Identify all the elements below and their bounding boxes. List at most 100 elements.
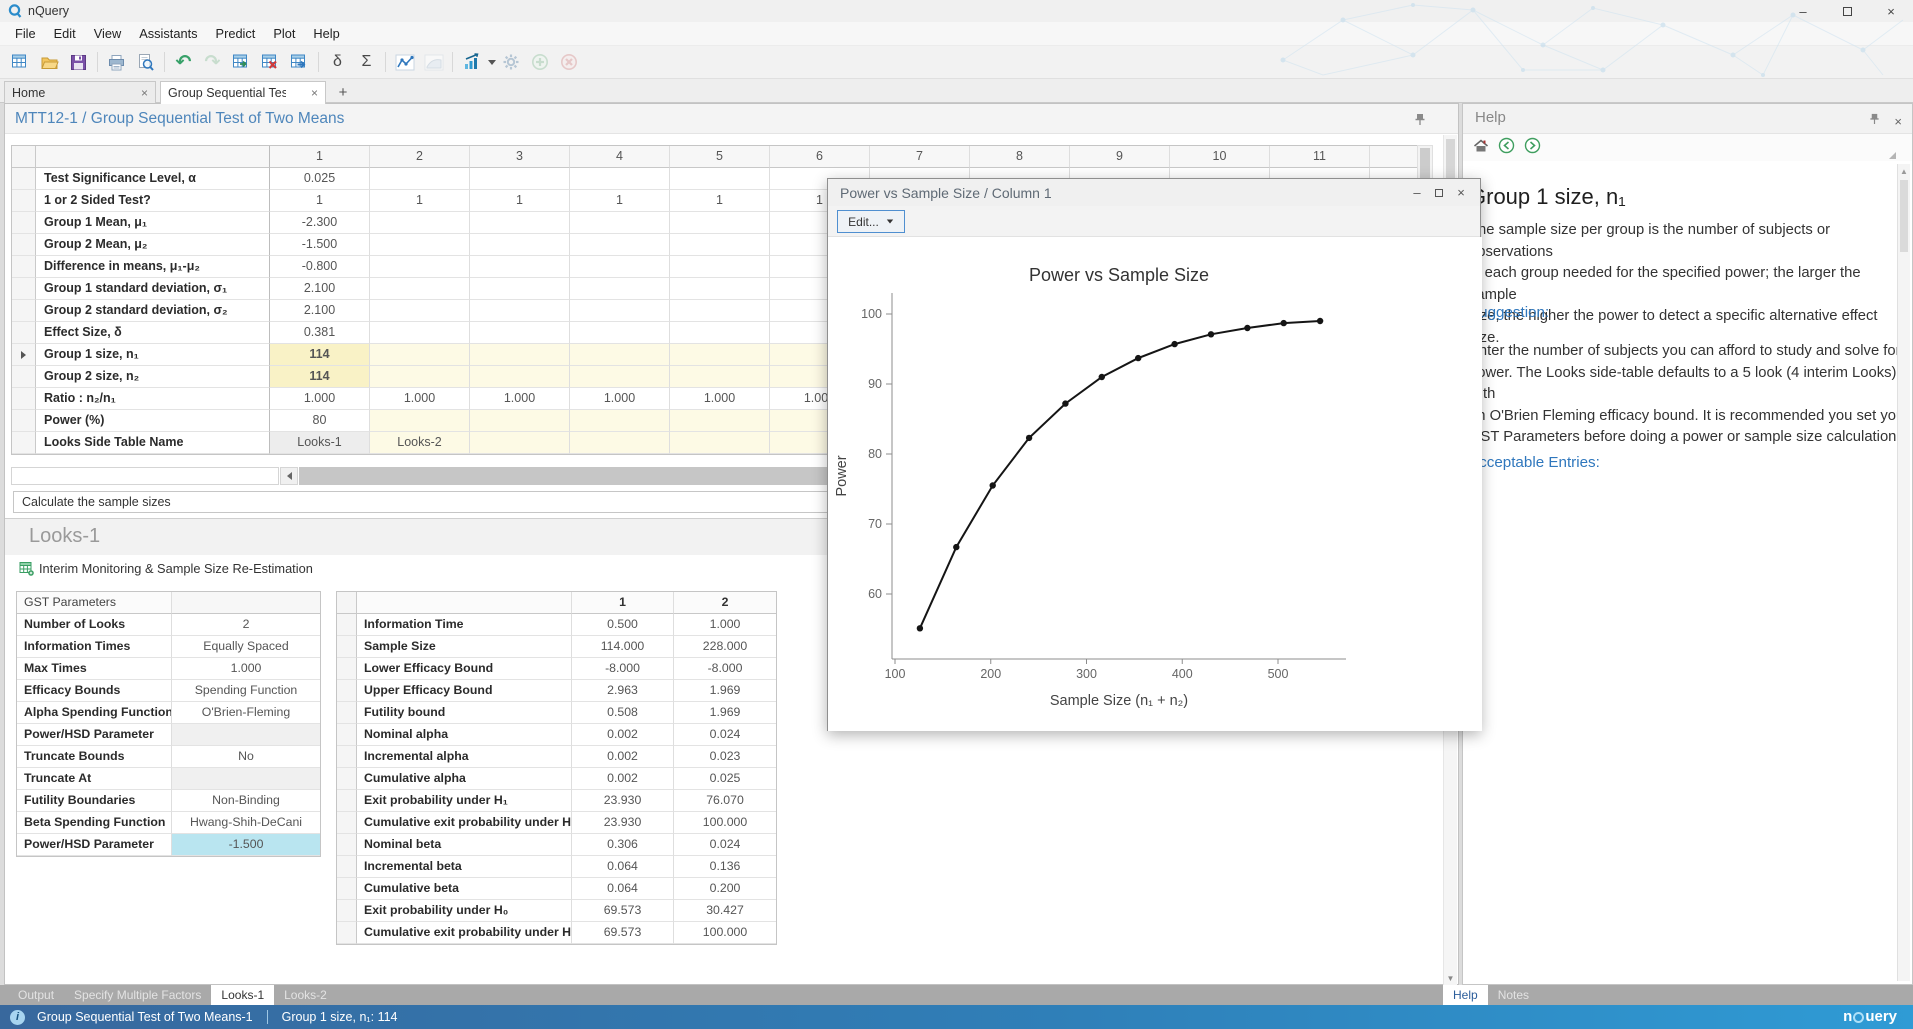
gst-value-cell[interactable]: 2 (172, 614, 320, 636)
help-home-icon[interactable] (1473, 138, 1489, 158)
scroll-up-icon[interactable]: ▲ (1898, 167, 1910, 176)
grid-cell[interactable]: -2.300 (270, 212, 370, 234)
grid-cell[interactable]: 1 (270, 190, 370, 212)
grid-cell[interactable] (370, 234, 470, 256)
panel-resize-handle[interactable] (1889, 152, 1896, 159)
tab-close-icon[interactable]: × (311, 86, 318, 100)
grid-cell[interactable]: 1 (370, 190, 470, 212)
menu-item-assistants[interactable]: Assistants (130, 23, 206, 44)
area-plot-button[interactable] (420, 49, 447, 76)
side-tab-notes[interactable]: Notes (1488, 985, 1539, 1005)
grid-cell[interactable] (370, 366, 470, 388)
grid-cell[interactable]: 1.000 (270, 388, 370, 410)
grid-cell[interactable] (570, 410, 670, 432)
grid-cell[interactable] (670, 410, 770, 432)
grid-cell[interactable]: Looks-1 (270, 432, 370, 454)
chevron-down-icon[interactable] (488, 60, 496, 65)
help-close-icon[interactable]: × (1894, 114, 1902, 129)
grid-cell[interactable] (570, 432, 670, 454)
bar-plot-button[interactable] (458, 49, 485, 76)
grid-cell[interactable] (470, 344, 570, 366)
gst-value-cell[interactable] (172, 768, 320, 790)
help-scroll-thumb[interactable] (1900, 180, 1908, 252)
help-forward-icon[interactable] (1524, 137, 1541, 159)
gst-value-cell[interactable]: -1.500 (172, 834, 320, 856)
help-back-icon[interactable] (1498, 137, 1515, 159)
grid-cell[interactable] (470, 366, 570, 388)
plot-close-button[interactable]: × (1450, 185, 1472, 200)
grid-cell[interactable] (370, 278, 470, 300)
grid-cell[interactable] (470, 410, 570, 432)
grid-cell[interactable] (670, 322, 770, 344)
grid-cell[interactable] (670, 212, 770, 234)
save-button[interactable] (65, 49, 92, 76)
grid-cell[interactable]: -1.500 (270, 234, 370, 256)
grid-cell[interactable] (370, 168, 470, 190)
gst-value-cell[interactable]: 1.000 (172, 658, 320, 680)
scroll-left-button[interactable] (280, 467, 298, 485)
grid-cell[interactable] (470, 212, 570, 234)
grid-cell[interactable] (570, 322, 670, 344)
grid-cell[interactable]: 0.381 (270, 322, 370, 344)
menu-item-predict[interactable]: Predict (207, 23, 265, 44)
gst-value-cell[interactable]: O'Brien-Fleming (172, 702, 320, 724)
fill-table-button[interactable] (228, 49, 255, 76)
grid-cell[interactable] (370, 344, 470, 366)
grid-cell[interactable] (670, 168, 770, 190)
grid-cell[interactable]: 0.025 (270, 168, 370, 190)
gst-value-cell[interactable] (172, 724, 320, 746)
open-file-button[interactable] (36, 49, 63, 76)
settings-button[interactable] (497, 49, 524, 76)
line-plot-button[interactable] (391, 49, 418, 76)
grid-cell[interactable] (670, 344, 770, 366)
grid-cell[interactable] (470, 322, 570, 344)
side-tab-specify-multiple-factors[interactable]: Specify Multiple Factors (64, 985, 211, 1005)
side-tab-looks-1[interactable]: Looks-1 (211, 985, 274, 1005)
window-close-button[interactable]: × (1869, 0, 1913, 22)
side-tab-output[interactable]: Output (8, 985, 64, 1005)
grid-cell[interactable] (470, 300, 570, 322)
tab-group-sequential-test[interactable]: Group Sequential Test× (160, 81, 326, 104)
tab-close-icon[interactable]: × (141, 86, 148, 100)
grid-cell[interactable]: 1 (670, 190, 770, 212)
grid-cell[interactable]: 1.000 (570, 388, 670, 410)
gst-value-cell[interactable]: Equally Spaced (172, 636, 320, 658)
plot-minimize-button[interactable]: – (1406, 185, 1428, 200)
export-table-button[interactable] (286, 49, 313, 76)
plot-window-titlebar[interactable]: Power vs Sample Size / Column 1 – × (828, 179, 1480, 206)
help-pin-icon[interactable] (1869, 112, 1880, 130)
grid-cell[interactable] (670, 432, 770, 454)
grid-cell[interactable] (670, 278, 770, 300)
pin-icon[interactable] (1414, 112, 1426, 131)
grid-cell[interactable] (370, 322, 470, 344)
grid-cell[interactable] (370, 410, 470, 432)
grid-cell[interactable] (570, 300, 670, 322)
grid-cell[interactable] (570, 234, 670, 256)
gst-value-cell[interactable]: Spending Function (172, 680, 320, 702)
grid-cell[interactable]: 80 (270, 410, 370, 432)
grid-cell[interactable] (470, 168, 570, 190)
grid-cell[interactable]: 114 (270, 344, 370, 366)
undo-button[interactable]: ↶ (170, 49, 197, 76)
grid-cell[interactable] (570, 168, 670, 190)
grid-cell[interactable]: 114 (270, 366, 370, 388)
edit-dropdown-button[interactable]: Edit... (837, 210, 905, 233)
delta-button[interactable]: δ (324, 49, 351, 76)
side-tab-looks-2[interactable]: Looks-2 (274, 985, 337, 1005)
menu-item-edit[interactable]: Edit (45, 23, 85, 44)
print-preview-button[interactable] (132, 49, 159, 76)
grid-cell[interactable]: 1 (470, 190, 570, 212)
grid-cell[interactable] (570, 344, 670, 366)
grid-cell[interactable]: 1.000 (670, 388, 770, 410)
menu-item-help[interactable]: Help (304, 23, 348, 44)
menu-item-file[interactable]: File (6, 23, 45, 44)
remove-item-button[interactable] (555, 49, 582, 76)
new-tab-button[interactable]: + (330, 81, 356, 103)
menu-item-plot[interactable]: Plot (264, 23, 304, 44)
print-button[interactable] (103, 49, 130, 76)
grid-cell[interactable] (470, 256, 570, 278)
add-item-button[interactable] (526, 49, 553, 76)
grid-cell[interactable] (670, 256, 770, 278)
grid-cell[interactable]: 1.000 (370, 388, 470, 410)
grid-cell[interactable] (570, 278, 670, 300)
